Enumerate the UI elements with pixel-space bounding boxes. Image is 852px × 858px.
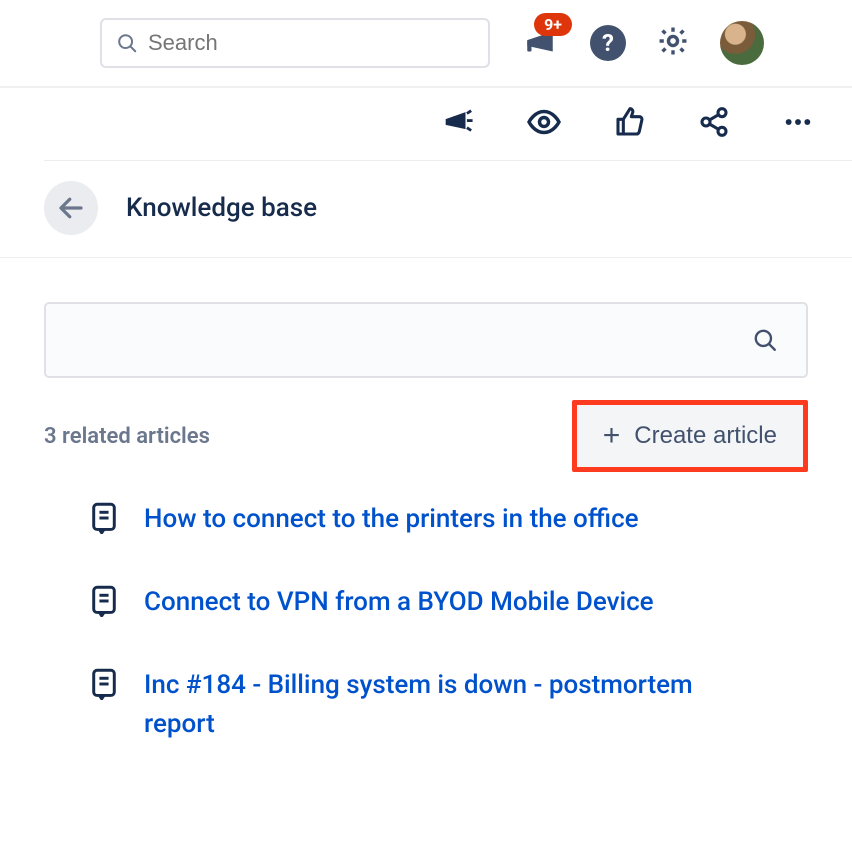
settings-button[interactable]: [656, 24, 690, 62]
list-item: How to connect to the printers in the of…: [90, 500, 808, 539]
article-icon: [90, 502, 118, 534]
more-actions-button[interactable]: [782, 106, 814, 142]
article-icon: [90, 585, 118, 617]
user-avatar[interactable]: [720, 21, 764, 65]
gear-icon: [656, 24, 690, 58]
list-item: Inc #184 - Billing system is down - post…: [90, 666, 808, 744]
help-button[interactable]: ?: [590, 25, 626, 61]
plus-icon: +: [603, 421, 621, 451]
watch-button[interactable]: [526, 104, 562, 144]
article-icon: [90, 668, 118, 700]
notification-count-badge: 9+: [534, 13, 572, 36]
kb-search-box[interactable]: [44, 302, 808, 378]
eye-icon: [526, 104, 562, 140]
breadcrumb: Knowledge base: [0, 161, 852, 258]
global-search[interactable]: [100, 18, 490, 68]
share-icon: [698, 106, 730, 138]
notifications-button[interactable]: 9+: [520, 23, 560, 63]
article-link[interactable]: Inc #184 - Billing system is down - post…: [144, 666, 764, 744]
share-button[interactable]: [698, 106, 730, 142]
more-horizontal-icon: [782, 106, 814, 138]
page-actions: [44, 88, 852, 161]
back-button[interactable]: [44, 181, 98, 235]
megaphone-icon: [440, 105, 474, 139]
related-articles-header: 3 related articles + Create article: [44, 400, 808, 472]
related-count-label: 3 related articles: [44, 424, 210, 449]
thumbs-up-icon: [614, 106, 646, 138]
list-item: Connect to VPN from a BYOD Mobile Device: [90, 583, 808, 622]
announce-button[interactable]: [440, 105, 474, 143]
topbar-actions: 9+ ?: [520, 21, 764, 65]
article-link[interactable]: Connect to VPN from a BYOD Mobile Device: [144, 583, 654, 622]
like-button[interactable]: [614, 106, 646, 142]
global-search-input[interactable]: [148, 30, 474, 56]
article-link[interactable]: How to connect to the printers in the of…: [144, 500, 639, 539]
knowledge-base-panel: 3 related articles + Create article How …: [0, 258, 852, 744]
search-icon: [752, 327, 778, 353]
search-icon: [116, 32, 138, 54]
help-icon: ?: [602, 29, 614, 57]
create-article-label: Create article: [634, 422, 777, 450]
articles-list: How to connect to the printers in the of…: [44, 500, 808, 744]
top-navigation: 9+ ?: [0, 0, 852, 88]
page-title: Knowledge base: [126, 193, 317, 223]
create-article-button[interactable]: + Create article: [572, 400, 808, 472]
arrow-left-icon: [56, 193, 86, 223]
